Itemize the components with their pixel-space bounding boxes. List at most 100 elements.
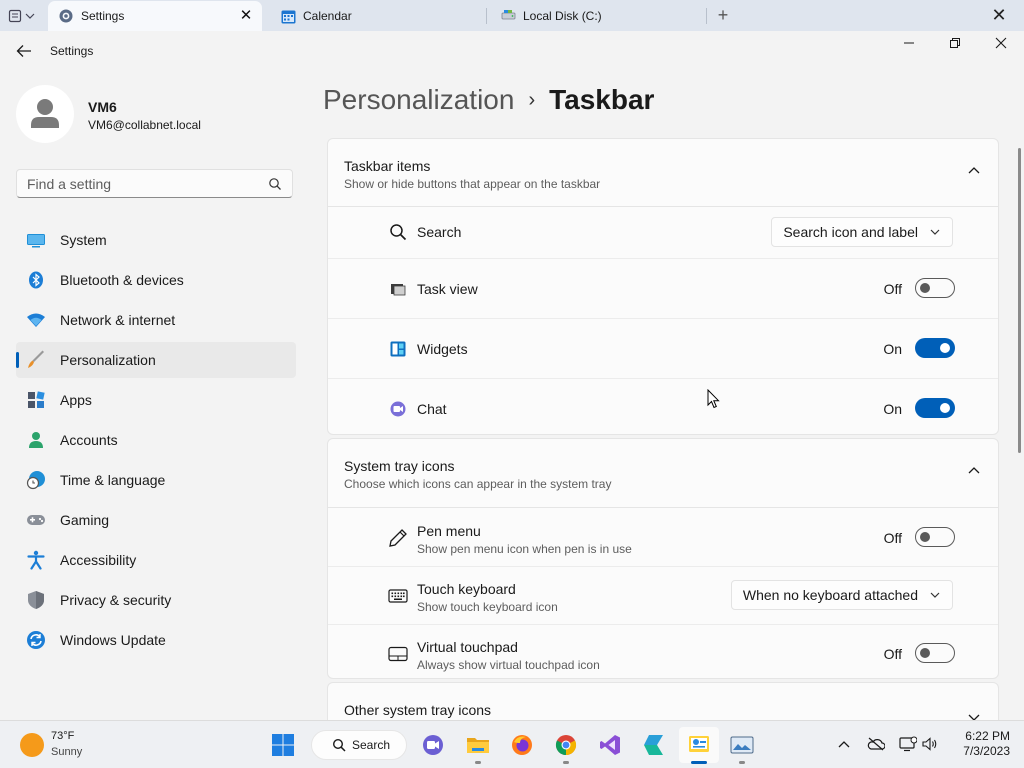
sidebar-item-label: Accounts — [60, 432, 118, 448]
sidebar-item-accessibility[interactable]: Accessibility — [16, 542, 296, 578]
start-button[interactable] — [269, 731, 297, 759]
chevron-up-icon[interactable] — [968, 466, 980, 474]
running-indicator — [475, 761, 481, 764]
active-running-indicator — [691, 761, 707, 764]
system-clock[interactable]: 6:22 PM 7/3/2023 — [940, 729, 1010, 759]
task-view-row: Task view Off — [328, 259, 998, 319]
calendar-icon — [280, 8, 296, 24]
widgets-icon — [388, 339, 408, 359]
tab-settings[interactable]: Settings ✕ — [48, 1, 262, 31]
drive-icon — [500, 8, 516, 24]
widgets-toggle[interactable] — [915, 338, 955, 358]
toggle-state-text: Off — [883, 530, 902, 546]
task-view-toggle[interactable] — [915, 278, 955, 298]
chevron-down-icon — [930, 592, 940, 598]
breadcrumb-parent[interactable]: Personalization — [323, 84, 514, 115]
system-tray-card: System tray icons Choose which icons can… — [327, 438, 999, 679]
update-icon — [26, 630, 46, 650]
tab-list-icon — [8, 9, 22, 23]
virtual-touchpad-label: Virtual touchpad — [417, 639, 518, 655]
sidebar-item-label: Personalization — [60, 352, 156, 368]
touch-keyboard-dropdown[interactable]: When no keyboard attached — [730, 580, 953, 610]
system-display-icon — [26, 230, 46, 250]
task-view-label: Task view — [417, 281, 478, 297]
wifi-icon — [26, 310, 46, 330]
sidebar-item-privacy-security[interactable]: Privacy & security — [16, 582, 296, 618]
sidebar-item-system[interactable]: System — [16, 222, 296, 258]
apps-icon — [26, 390, 46, 410]
sidebar-item-network[interactable]: Network & internet — [16, 302, 296, 338]
restore-button[interactable] — [940, 37, 970, 61]
running-indicator — [563, 761, 569, 764]
tab-label: Calendar — [303, 9, 352, 23]
sidebar-item-windows-update[interactable]: Windows Update — [16, 622, 296, 658]
section-title: Taskbar items — [344, 158, 431, 174]
file-explorer-taskbar-icon[interactable] — [464, 731, 492, 759]
show-hidden-icons-icon[interactable] — [835, 735, 853, 753]
photos-taskbar-icon[interactable] — [728, 731, 756, 759]
close-button[interactable] — [986, 37, 1016, 61]
section-title: Other system tray icons — [344, 702, 492, 718]
search-style-dropdown[interactable]: Search icon and label — [771, 217, 953, 247]
firefox-taskbar-icon[interactable] — [508, 731, 536, 759]
close-window-icon[interactable]: ✕ — [990, 5, 1008, 25]
minimize-button[interactable] — [894, 37, 924, 61]
taskbar: 73°F Sunny Search 6:22 PM 7/3/2023 — [0, 720, 1024, 768]
clock-globe-icon — [26, 470, 46, 490]
sidebar-item-apps[interactable]: Apps — [16, 382, 296, 418]
pen-menu-description: Show pen menu icon when pen is in use — [417, 542, 632, 556]
clock-time: 6:22 PM — [965, 729, 1010, 743]
virtual-touchpad-toggle[interactable] — [915, 643, 955, 663]
widgets-row: Widgets On — [328, 319, 998, 379]
chat-toggle[interactable] — [915, 398, 955, 418]
sidebar-item-time-language[interactable]: Time & language — [16, 462, 296, 498]
new-tab-button[interactable]: + — [714, 5, 732, 25]
visual-studio-taskbar-icon[interactable] — [596, 731, 624, 759]
tab-actions-menu[interactable] — [8, 6, 42, 26]
taskbar-items-header[interactable]: Taskbar items Show or hide buttons that … — [328, 139, 998, 207]
sidebar-item-gaming[interactable]: Gaming — [16, 502, 296, 538]
weather-description[interactable]: Sunny — [51, 746, 82, 758]
volume-icon[interactable] — [921, 735, 939, 753]
sidebar-item-label: Apps — [60, 392, 92, 408]
search-icon — [332, 738, 346, 752]
pen-menu-toggle[interactable] — [915, 527, 955, 547]
clock-date: 7/3/2023 — [963, 744, 1010, 758]
tab-calendar[interactable]: Calendar — [270, 1, 480, 31]
taskbar-search-button[interactable]: Search — [311, 730, 407, 760]
virtual-touchpad-description: Always show virtual touchpad icon — [417, 658, 600, 672]
tab-local-disk[interactable]: Local Disk (C:) — [490, 1, 700, 31]
touch-keyboard-label: Touch keyboard — [417, 581, 516, 597]
windows-logo-icon — [272, 734, 294, 756]
chrome-taskbar-icon[interactable] — [552, 731, 580, 759]
breadcrumb: Personalization › Taskbar — [323, 84, 654, 116]
search-icon — [388, 222, 408, 242]
onedrive-offline-icon[interactable] — [867, 735, 885, 753]
section-subtitle: Choose which icons can appear in the sys… — [344, 477, 612, 491]
sidebar-item-bluetooth[interactable]: Bluetooth & devices — [16, 262, 296, 298]
network-icon[interactable] — [899, 735, 917, 753]
chat-label: Chat — [417, 401, 447, 417]
chevron-up-icon[interactable] — [968, 166, 980, 174]
user-name: VM6 — [88, 99, 117, 115]
system-tray-header[interactable]: System tray icons Choose which icons can… — [328, 439, 998, 508]
tab-divider — [486, 8, 487, 24]
teams-chat-taskbar-icon[interactable] — [419, 731, 447, 759]
back-arrow-icon[interactable] — [16, 44, 32, 58]
sidebar-item-personalization[interactable]: Personalization — [16, 342, 296, 378]
power-automate-taskbar-icon[interactable] — [640, 731, 668, 759]
close-tab-icon[interactable]: ✕ — [238, 8, 254, 24]
minimize-icon — [904, 42, 914, 44]
sidebar-item-label: Bluetooth & devices — [60, 272, 184, 288]
touchpad-icon — [388, 644, 408, 664]
keyboard-icon — [388, 586, 408, 606]
search-input[interactable]: Find a setting — [16, 169, 293, 198]
settings-taskbar-icon[interactable] — [685, 731, 713, 759]
scrollbar[interactable] — [1018, 148, 1021, 453]
sidebar-item-label: Windows Update — [60, 632, 166, 648]
sidebar-item-label: Gaming — [60, 512, 110, 528]
tab-divider — [706, 8, 707, 24]
sidebar-item-accounts[interactable]: Accounts — [16, 422, 296, 458]
weather-sun-icon[interactable] — [20, 733, 44, 757]
weather-temperature[interactable]: 73°F — [51, 730, 74, 742]
